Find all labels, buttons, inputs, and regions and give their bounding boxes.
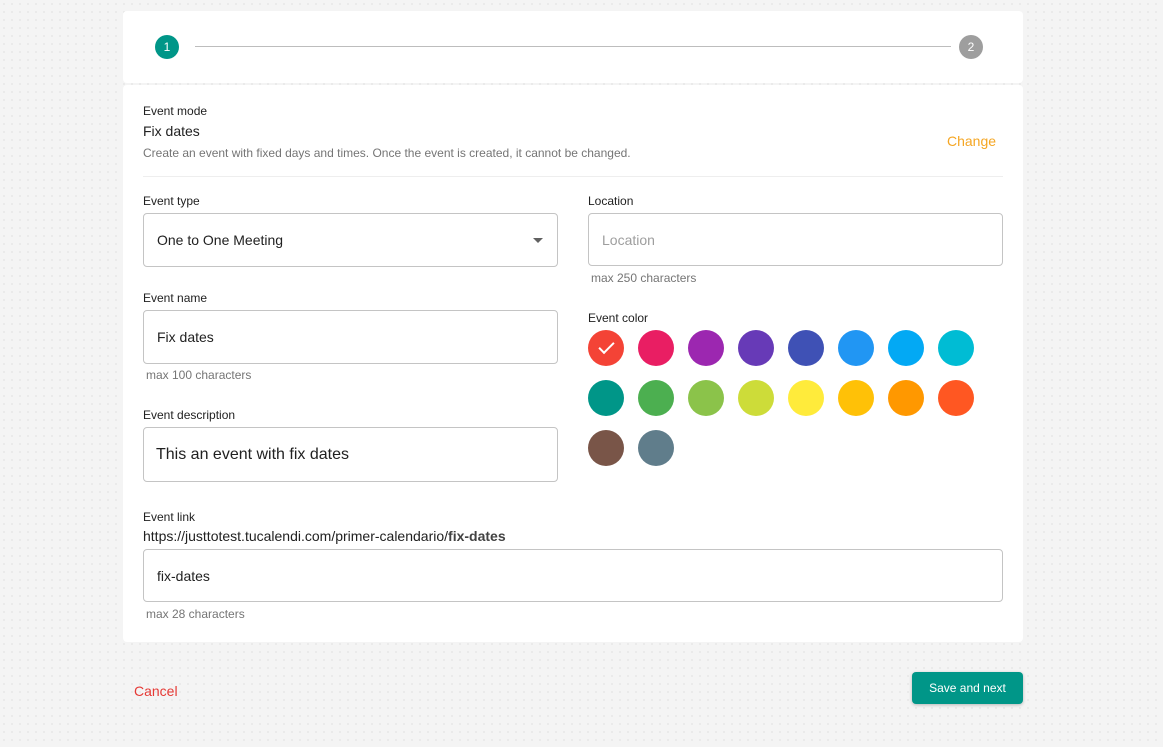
cancel-button[interactable]: Cancel bbox=[134, 683, 178, 699]
change-mode-button[interactable]: Change bbox=[947, 133, 996, 149]
event-link-slug: fix-dates bbox=[448, 528, 506, 544]
event-mode-label: Event mode bbox=[143, 104, 208, 118]
event-type-label: Event type bbox=[143, 194, 200, 208]
color-swatch[interactable] bbox=[638, 430, 674, 466]
location-counter: max 250 characters bbox=[591, 271, 697, 285]
color-swatch[interactable] bbox=[738, 330, 774, 366]
event-mode-description: Create an event with fixed days and time… bbox=[143, 146, 631, 160]
dropdown-arrow-icon bbox=[533, 237, 543, 243]
color-swatch[interactable] bbox=[838, 380, 874, 416]
location-field bbox=[588, 213, 1003, 266]
color-swatch[interactable] bbox=[638, 380, 674, 416]
event-name-input[interactable]: Fix dates bbox=[143, 310, 558, 364]
location-input[interactable] bbox=[602, 231, 989, 248]
color-swatch[interactable] bbox=[738, 380, 774, 416]
color-swatch[interactable] bbox=[588, 330, 624, 366]
event-description-label: Event description bbox=[143, 408, 236, 422]
event-form: Event mode Fix dates Create an event wit… bbox=[123, 85, 1023, 642]
event-type-value: One to One Meeting bbox=[157, 232, 284, 248]
event-name-counter: max 100 characters bbox=[146, 368, 252, 382]
color-swatch[interactable] bbox=[938, 330, 974, 366]
stepper: 1 2 bbox=[123, 11, 1023, 83]
color-swatch[interactable] bbox=[888, 380, 924, 416]
event-mode-value: Fix dates bbox=[143, 123, 200, 139]
event-link-url: https://justtotest.tucalendi.com/primer-… bbox=[143, 528, 506, 544]
color-swatch[interactable] bbox=[688, 330, 724, 366]
color-swatch[interactable] bbox=[588, 380, 624, 416]
color-swatch[interactable] bbox=[788, 380, 824, 416]
color-swatch[interactable] bbox=[938, 380, 974, 416]
event-color-label: Event color bbox=[588, 311, 649, 325]
event-link-counter: max 28 characters bbox=[146, 607, 245, 621]
color-swatch[interactable] bbox=[688, 380, 724, 416]
event-type-select[interactable]: One to One Meeting bbox=[143, 213, 558, 267]
color-swatch[interactable] bbox=[838, 330, 874, 366]
event-name-label: Event name bbox=[143, 291, 208, 305]
save-and-next-button[interactable]: Save and next bbox=[912, 672, 1023, 704]
color-swatch[interactable] bbox=[788, 330, 824, 366]
event-link-input[interactable]: fix-dates bbox=[143, 549, 1003, 602]
stepper-line bbox=[195, 46, 951, 47]
location-label: Location bbox=[588, 194, 634, 208]
event-description-input[interactable]: This an event with fix dates bbox=[143, 427, 558, 482]
divider bbox=[143, 176, 1003, 177]
step-1-indicator: 1 bbox=[155, 35, 179, 59]
event-link-base: https://justtotest.tucalendi.com/primer-… bbox=[143, 528, 449, 544]
color-swatch[interactable] bbox=[588, 430, 624, 466]
color-swatch[interactable] bbox=[888, 330, 924, 366]
color-swatch[interactable] bbox=[638, 330, 674, 366]
event-link-label: Event link bbox=[143, 510, 196, 524]
step-2-indicator: 2 bbox=[959, 35, 983, 59]
checkmark-icon bbox=[597, 337, 615, 355]
